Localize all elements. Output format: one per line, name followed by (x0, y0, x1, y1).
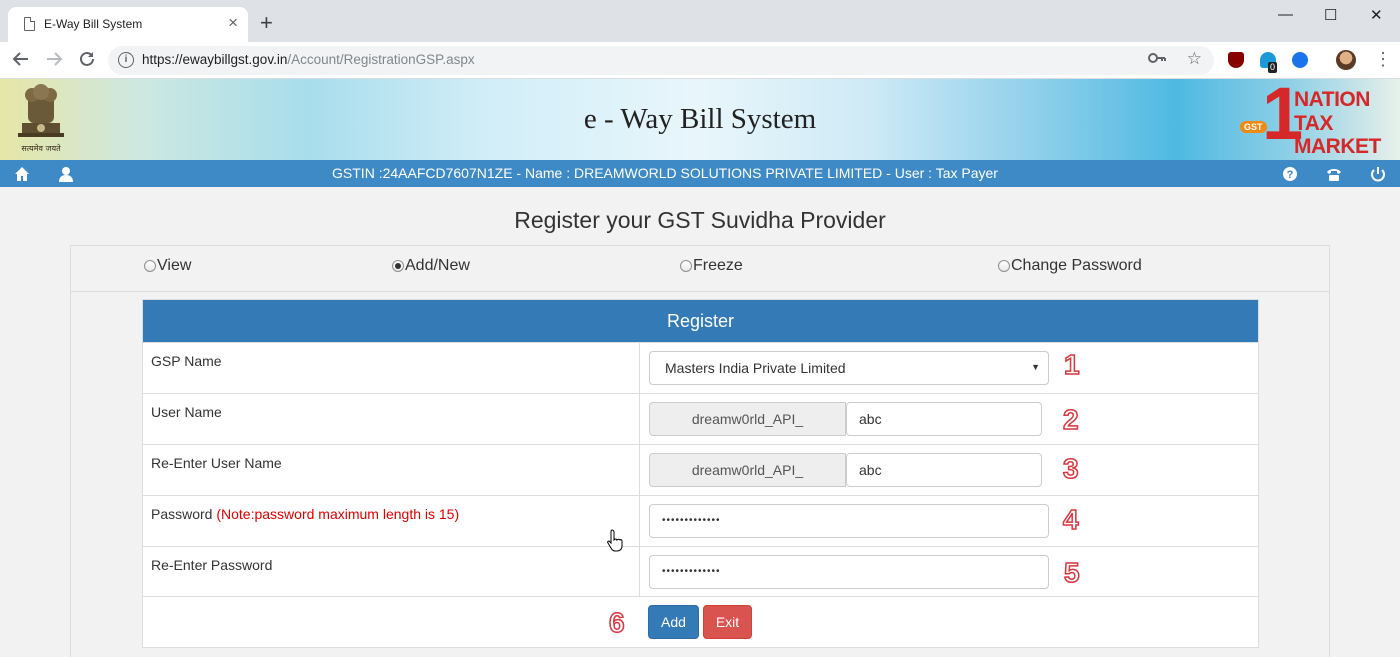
new-tab-button[interactable]: + (260, 12, 273, 34)
annotation-6: 6 (608, 607, 625, 638)
radio-change-password[interactable]: Change Password (998, 257, 1142, 275)
column-divider (639, 496, 640, 546)
url-host: https://ewaybillgst.gov.in (142, 52, 288, 67)
browser-tab[interactable]: E-Way Bill System × (8, 7, 248, 42)
gsp-name-select[interactable]: Masters India Private Limited ▼ (649, 351, 1049, 385)
close-window-button[interactable]: ✕ (1370, 6, 1383, 24)
hand-cursor-icon (607, 529, 623, 552)
mode-options: View Add/New Freeze Change Password (71, 246, 1329, 292)
power-icon[interactable] (1369, 165, 1387, 183)
column-divider (639, 394, 640, 444)
reenter-password-input[interactable]: ••••••••••••• (649, 555, 1049, 589)
annotation-3: 3 (1062, 453, 1079, 484)
browser-toolbar: i https://ewaybillgst.gov.in/Account/Reg… (0, 42, 1400, 79)
radio-add-new-label: Add/New (405, 257, 470, 274)
exit-button[interactable]: Exit (703, 605, 752, 639)
annotation-5: 5 (1063, 557, 1080, 588)
username-prefix: dreamw0rld_API_ (649, 402, 846, 436)
reenter-username-prefix: dreamw0rld_API_ (649, 453, 846, 487)
column-divider (639, 547, 640, 597)
emblem-caption: सत्यमेव जयते (21, 143, 61, 153)
minimize-button[interactable]: — (1278, 6, 1293, 23)
reenter-username-input[interactable]: abc (846, 453, 1042, 487)
gsp-name-label: GSP Name (151, 353, 222, 369)
logo-gst: GST (1240, 121, 1267, 133)
one-nation-tax-market-logo: 1 NATION TAX MARKET GST (1236, 79, 1396, 158)
username-input[interactable]: abc (846, 402, 1042, 436)
radio-add-new[interactable]: Add/New (392, 257, 470, 275)
logo-line3: MARKET (1294, 135, 1381, 158)
svg-text:?: ? (1287, 169, 1294, 181)
add-button[interactable]: Add (648, 605, 699, 639)
reenter-username-row: Re-Enter User Name dreamw0rld_API_ abc 3 (143, 444, 1258, 495)
register-form: Register GSP Name Masters India Private … (142, 299, 1259, 648)
key-icon[interactable] (1148, 51, 1166, 69)
tab-title: E-Way Bill System (44, 17, 143, 31)
menu-icon[interactable]: ⋮ (1374, 49, 1392, 69)
form-actions: 6 Add Exit (143, 596, 1258, 648)
gstin-info: GSTIN :24AAFCD7607N1ZE - Name : DREAMWOR… (332, 165, 998, 181)
phone-icon[interactable] (1325, 165, 1343, 183)
password-label: Password (151, 506, 213, 522)
radio-add-new-dot[interactable] (392, 260, 404, 272)
annotation-2: 2 (1062, 404, 1079, 435)
password-input[interactable]: ••••••••••••• (649, 504, 1049, 538)
back-icon[interactable] (12, 50, 30, 72)
reenter-username-label: Re-Enter User Name (151, 455, 282, 471)
radio-view-label: View (157, 257, 192, 274)
info-icon[interactable]: i (118, 52, 134, 68)
column-divider (639, 445, 640, 495)
user-info-bar: GSTIN :24AAFCD7607N1ZE - Name : DREAMWOR… (0, 160, 1400, 187)
browser-tabbar: E-Way Bill System × + — ☐ ✕ (0, 0, 1400, 42)
radio-freeze-dot[interactable] (680, 260, 692, 272)
radio-view-dot[interactable] (144, 260, 156, 272)
site-title: e - Way Bill System (583, 103, 817, 135)
reload-icon[interactable] (78, 50, 96, 72)
profile-avatar[interactable] (1336, 50, 1356, 70)
url-path: /Account/RegistrationGSP.aspx (287, 52, 475, 67)
radio-view[interactable]: View (144, 257, 191, 275)
reenter-password-row: Re-Enter Password ••••••••••••• 5 (143, 546, 1258, 597)
password-row: Password (Note:password maximum length i… (143, 495, 1258, 546)
address-bar[interactable]: i https://ewaybillgst.gov.in/Account/Reg… (108, 46, 1214, 75)
ublock-icon[interactable] (1228, 52, 1244, 68)
tab-close-icon[interactable]: × (228, 14, 238, 32)
password-note: (Note:password maximum length is 15) (216, 506, 460, 522)
username-row: User Name dreamw0rld_API_ abc 2 (143, 393, 1258, 444)
gsp-name-value: Masters India Private Limited (665, 360, 846, 376)
radio-freeze-label: Freeze (693, 257, 743, 274)
forward-icon[interactable] (45, 50, 63, 72)
page-heading: Register your GST Suvidha Provider (514, 207, 886, 233)
help-icon[interactable]: ? (1281, 165, 1299, 183)
radio-freeze[interactable]: Freeze (680, 257, 743, 275)
chevron-down-icon: ▼ (1031, 362, 1040, 372)
url-text[interactable]: https://ewaybillgst.gov.in/Account/Regis… (142, 52, 475, 67)
password-label-group: Password (Note:password maximum length i… (151, 506, 459, 522)
document-icon (24, 17, 35, 31)
extension-badge: 0 (1268, 62, 1278, 73)
annotation-1: 1 (1063, 349, 1080, 380)
column-divider (639, 343, 640, 393)
logo-line1: NATION (1294, 88, 1370, 111)
gsp-name-row: GSP Name Masters India Private Limited ▼… (143, 342, 1258, 393)
star-icon[interactable]: ☆ (1187, 49, 1202, 69)
reenter-password-label: Re-Enter Password (151, 557, 273, 573)
radio-change-password-dot[interactable] (998, 260, 1010, 272)
logo-line2: TAX (1294, 112, 1333, 135)
sync-icon[interactable] (1292, 52, 1308, 68)
maximize-button[interactable]: ☐ (1324, 6, 1337, 24)
annotation-4: 4 (1062, 504, 1079, 535)
username-label: User Name (151, 404, 222, 420)
radio-change-password-label: Change Password (1011, 257, 1142, 274)
form-title: Register (143, 300, 1258, 342)
site-banner: सत्यमेव जयते e - Way Bill System 1 NATIO… (0, 79, 1400, 160)
